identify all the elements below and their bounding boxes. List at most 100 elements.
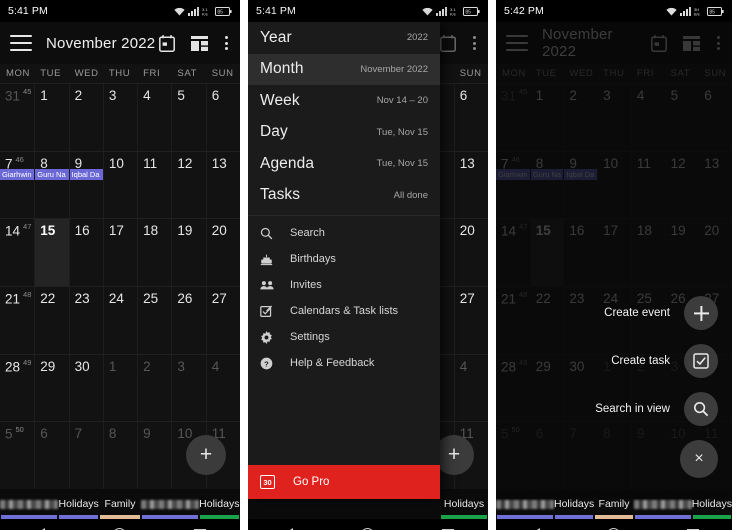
calendar-day-cell[interactable]: 9Iqbal Da: [68, 151, 103, 219]
drawer-action-search[interactable]: Search: [248, 220, 440, 246]
go-pro-banner[interactable]: 30 Go Pro: [248, 465, 440, 499]
calendar-day-cell[interactable]: 23: [68, 287, 103, 354]
plus-icon[interactable]: [684, 296, 718, 330]
task-check-icon[interactable]: [684, 344, 718, 378]
calendar-day-cell[interactable]: 4: [137, 84, 171, 151]
calendar-today-icon[interactable]: [159, 34, 175, 52]
create-fab[interactable]: +: [434, 435, 474, 475]
calendar-day-cell[interactable]: 20: [205, 219, 240, 287]
hamburger-menu-icon[interactable]: [10, 35, 32, 51]
fab-menu-item-search-in-view[interactable]: Search in view: [595, 392, 718, 426]
calendar-day-cell[interactable]: 1: [34, 84, 68, 151]
calendar-day-cell[interactable]: 3: [171, 354, 205, 422]
calendar-day-cell[interactable]: 16: [68, 219, 103, 287]
calendar-day-cell[interactable]: 2: [68, 84, 103, 151]
calendar-day-cell[interactable]: 4: [205, 354, 240, 422]
day-number: 23: [74, 291, 90, 307]
calendar-day-cell[interactable]: 26: [171, 287, 205, 354]
event-chip[interactable]: Guru Na: [35, 168, 69, 180]
legend-item[interactable]: [140, 489, 199, 519]
drawer-view-item-month[interactable]: Month November 2022: [248, 53, 440, 85]
calendar-day-cell[interactable]: 17: [102, 219, 137, 287]
fab-menu-item-create-task[interactable]: Create task: [611, 344, 718, 378]
drawer-action-invites[interactable]: Invites: [248, 272, 440, 298]
calendar-day-cell[interactable]: 6: [453, 84, 488, 151]
calendar-day-cell[interactable]: 2849: [0, 355, 34, 422]
legend-item[interactable]: Holidays: [199, 489, 240, 519]
create-fab[interactable]: +: [186, 435, 226, 475]
pro-badge-icon: 30: [260, 475, 275, 489]
calendar-day-cell[interactable]: 13: [453, 151, 488, 219]
drawer-view-item-agenda[interactable]: Agenda Tue, Nov 15: [248, 148, 440, 180]
calendar-day-cell[interactable]: 10: [102, 151, 137, 219]
calendar-day-cell[interactable]: 550: [0, 422, 34, 489]
search-icon[interactable]: [684, 392, 718, 426]
drawer-view-list: Year 2022 Month November 2022 Week Nov 14 – 2…: [248, 22, 440, 211]
calendar-day-cell[interactable]: 746Giarhwin: [0, 152, 35, 219]
calendar-day-cell[interactable]: 29: [34, 354, 68, 422]
mobile-data-icon: 3HB/s: [694, 7, 700, 16]
overflow-menu-icon[interactable]: [472, 35, 476, 51]
legend-item[interactable]: Holidays: [440, 489, 488, 519]
calendar-day-cell[interactable]: 13: [205, 151, 240, 219]
calendar-day-cell[interactable]: 3: [102, 84, 137, 151]
day-number: 9: [143, 426, 151, 442]
day-number: 14: [5, 223, 21, 239]
calendar-day-cell[interactable]: 1447: [0, 219, 34, 286]
drawer-action-calendars-task-lists[interactable]: Calendars & Task lists: [248, 298, 440, 324]
drawer-view-title: Day: [260, 123, 288, 141]
calendar-day-cell[interactable]: 24: [102, 287, 137, 354]
calendar-day-cell[interactable]: 30: [68, 354, 103, 422]
drawer-view-item-week[interactable]: Week Nov 14 – 20: [248, 85, 440, 117]
legend-item[interactable]: [0, 489, 58, 519]
week-number: 45: [23, 87, 32, 96]
calendar-day-cell[interactable]: 8Guru Na: [34, 151, 69, 219]
drawer-view-item-year[interactable]: Year 2022: [248, 22, 440, 54]
day-number: 25: [143, 291, 159, 307]
drawer-view-value: 2022: [406, 32, 428, 44]
calendar-day-cell[interactable]: 1: [102, 354, 137, 422]
calendar-day-cell[interactable]: 6: [34, 422, 68, 490]
fab-menu-item-close[interactable]: ×: [680, 440, 718, 478]
app-bar-actions: [440, 34, 478, 52]
calendar-day-cell[interactable]: 3145: [0, 84, 34, 151]
calendar-day-cell[interactable]: 2: [137, 354, 171, 422]
calendar-day-cell[interactable]: 27: [453, 287, 488, 354]
calendar-day-cell[interactable]: 18: [137, 219, 171, 287]
overflow-menu-icon[interactable]: [224, 35, 228, 51]
calendar-legend-bar: Holidays Family Holidays: [0, 489, 240, 519]
drawer-view-title: Week: [260, 91, 300, 109]
calendar-day-cell[interactable]: 8: [102, 422, 137, 490]
drawer-action-help-feedback[interactable]: ? Help & Feedback: [248, 350, 440, 376]
drawer-view-item-tasks[interactable]: Tasks All done: [248, 180, 440, 212]
drawer-action-settings[interactable]: Settings: [248, 324, 440, 350]
calendar-day-cell[interactable]: 19: [171, 219, 205, 287]
calendar-day-cell[interactable]: 11: [137, 151, 171, 219]
event-chip[interactable]: Giarhwin: [0, 168, 35, 180]
drawer-action-birthdays[interactable]: Birthdays: [248, 246, 440, 272]
calendar-day-cell[interactable]: 22: [34, 287, 68, 354]
calendar-day-cell[interactable]: 4: [453, 354, 488, 422]
legend-item[interactable]: Holidays: [58, 489, 99, 519]
status-time: 5:41 PM: [256, 5, 296, 17]
calendar-day-cell[interactable]: 15: [34, 219, 69, 287]
calendar-week-rows: 3145123456746Giarhwin8Guru Na9Iqbal Da10…: [0, 83, 240, 490]
calendar-today-icon[interactable]: [440, 34, 456, 52]
calendar-day-cell[interactable]: 20: [453, 219, 488, 287]
view-switch-icon[interactable]: [191, 35, 208, 51]
calendar-day-cell[interactable]: 7: [68, 422, 103, 490]
fab-menu-item-create-event[interactable]: Create event: [604, 296, 718, 330]
calendar-day-cell[interactable]: 5: [171, 84, 205, 151]
calendar-day-cell[interactable]: 6: [205, 84, 240, 151]
legend-item[interactable]: Family: [99, 489, 140, 519]
calendar-day-cell[interactable]: 9: [137, 422, 171, 490]
dow-label: TUE: [40, 68, 62, 79]
calendar-day-cell[interactable]: 12: [171, 151, 205, 219]
drawer-view-item-day[interactable]: Day Tue, Nov 15: [248, 117, 440, 149]
close-icon[interactable]: ×: [680, 440, 718, 478]
calendar-day-cell[interactable]: 27: [205, 287, 240, 354]
calendar-day-cell[interactable]: 25: [137, 287, 171, 354]
calendar-day-cell[interactable]: 2148: [0, 287, 34, 354]
phone-screen-navigation-drawer: 5:41 PM 3.1 K/s 85 SUN 6 13 20 27 4 11 +…: [248, 0, 488, 530]
event-chip[interactable]: Iqbal Da: [69, 168, 103, 180]
